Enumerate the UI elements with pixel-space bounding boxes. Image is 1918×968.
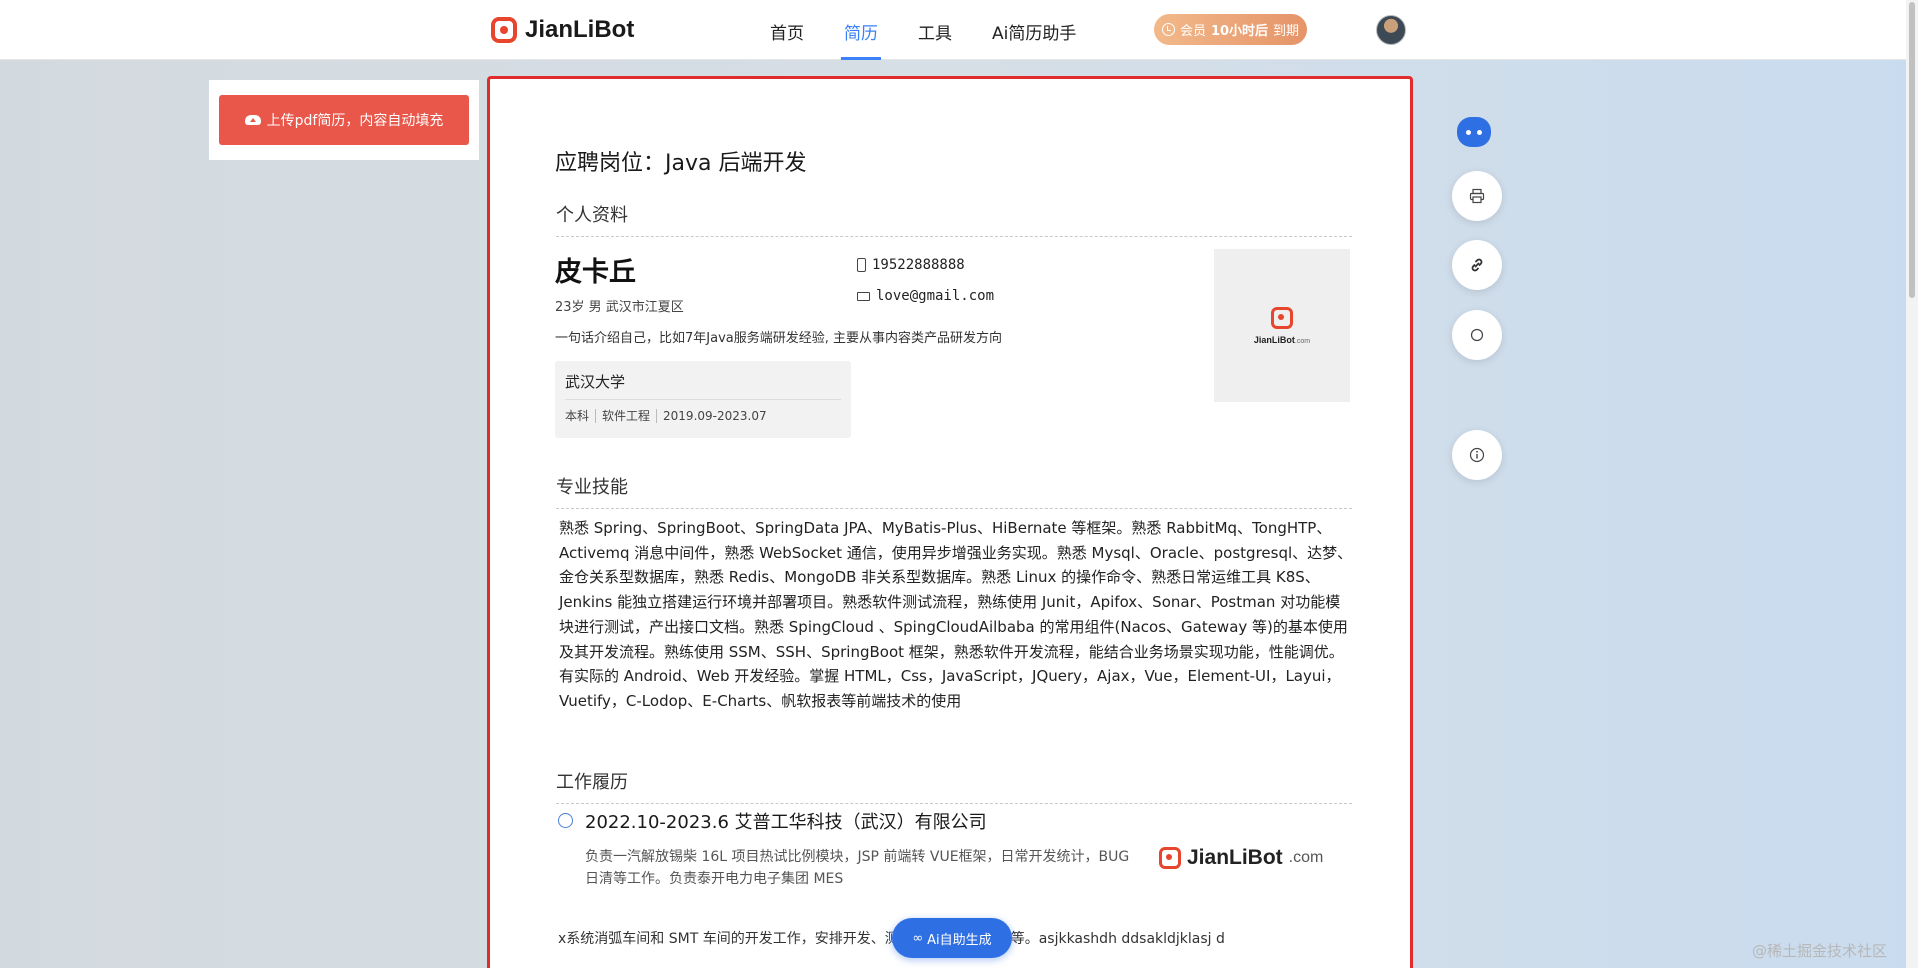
timeline-dot [558, 813, 573, 828]
avatar[interactable] [1376, 15, 1406, 45]
company-logo-suffix: .com [1288, 849, 1324, 866]
info-button[interactable] [1452, 430, 1502, 480]
nav-tools[interactable]: 工具 [918, 19, 952, 44]
profile-photo[interactable]: JianLiBot.com [1214, 249, 1350, 402]
phone-icon [857, 258, 866, 272]
education-period: 2019.09-2023.07 [663, 409, 767, 423]
skills-heading: 专业技能 [556, 473, 1352, 509]
nav-ai-assistant[interactable]: Ai简历助手 [992, 19, 1076, 44]
member-suffix: 到期 [1273, 24, 1300, 39]
upload-label: 上传pdf简历，内容自动填充 [266, 113, 444, 129]
candidate-intro: 一句话介绍自己，比如7年Java服务端研发经验, 主要从事内容类产品研发方向 [555, 331, 1002, 346]
member-time: 10小时后 [1210, 24, 1269, 39]
education-major: 软件工程 [596, 409, 658, 423]
main-nav: 首页 简历 工具 Ai简历助手 [770, 19, 1116, 60]
education-divider [565, 399, 841, 400]
nav-home[interactable]: 首页 [770, 19, 804, 44]
work-title: 2022.10-2023.6 艾普工华科技（武汉）有限公司 [585, 812, 987, 833]
circle-icon [1470, 328, 1484, 342]
nav-resume[interactable]: 简历 [841, 19, 881, 60]
mail-icon [857, 291, 870, 301]
education-degree: 本科 [565, 409, 597, 423]
resume-preview[interactable]: 应聘岗位：Java 后端开发 个人资料 皮卡丘 23岁 男 武汉市江夏区 一句话… [487, 76, 1413, 968]
logo-icon [491, 17, 517, 43]
email-row: love@gmail.com [857, 288, 994, 304]
circle-option-button[interactable] [1452, 310, 1502, 360]
clock-icon [1161, 23, 1175, 36]
profile-heading: 个人资料 [556, 201, 1352, 237]
print-button[interactable] [1452, 171, 1502, 221]
photo-brand: JianLiBot.com [1253, 334, 1311, 345]
candidate-meta: 23岁 男 武汉市江夏区 [555, 300, 684, 315]
share-link-button[interactable] [1452, 240, 1502, 290]
company-logo-icon [1159, 847, 1181, 869]
education-school: 武汉大学 [565, 373, 626, 391]
email-address: love@gmail.com [876, 288, 995, 304]
scrollbar-thumb[interactable] [1909, 2, 1915, 298]
ai-generate-label: Ai自助生成 [927, 932, 992, 948]
phone-row: 19522888888 [857, 257, 965, 273]
member-badge[interactable]: 会员 10小时后 到期 [1154, 14, 1307, 45]
info-icon [1469, 447, 1485, 463]
infinity-icon: ∞ [912, 930, 924, 946]
work-description: 负责一汽解放锡柴 16L 项目热试比例模块，JSP 前端转 VUE框架，日常开发… [585, 849, 1130, 887]
upload-card: 上传pdf简历，内容自动填充 [209, 80, 479, 160]
phone-number: 19522888888 [872, 257, 965, 273]
cloud-upload-icon [244, 115, 261, 125]
logo[interactable]: JianLiBot [491, 16, 634, 44]
photo-logo-icon [1271, 306, 1293, 329]
ai-generate-button[interactable]: ∞ Ai自助生成 [892, 918, 1012, 958]
company-logo-text: JianLiBot [1187, 846, 1283, 869]
printer-icon [1469, 188, 1485, 204]
upload-pdf-button[interactable]: 上传pdf简历，内容自动填充 [219, 95, 469, 145]
company-logo: JianLiBot .com [1159, 846, 1323, 870]
candidate-name: 皮卡丘 [555, 257, 636, 288]
page-scrollbar[interactable] [1906, 0, 1918, 968]
top-navbar: JianLiBot 首页 简历 工具 Ai简历助手 会员 10小时后 到期 [0, 0, 1906, 60]
work-heading: 工作履历 [556, 768, 1352, 804]
skills-text: 熟悉 Spring、SpringBoot、SpringData JPA、MyBa… [559, 519, 1353, 710]
watermark: @稀土掘金技术社区 [1752, 942, 1888, 960]
logo-text: JianLiBot [525, 16, 635, 43]
robot-assistant-icon[interactable] [1457, 117, 1491, 147]
link-icon [1471, 258, 1483, 272]
education-card: 武汉大学 本科 软件工程 2019.09-2023.07 [555, 361, 851, 438]
education-details: 本科 软件工程 2019.09-2023.07 [565, 409, 773, 423]
member-prefix: 会员 [1179, 24, 1206, 39]
job-title: 应聘岗位：Java 后端开发 [555, 151, 807, 176]
